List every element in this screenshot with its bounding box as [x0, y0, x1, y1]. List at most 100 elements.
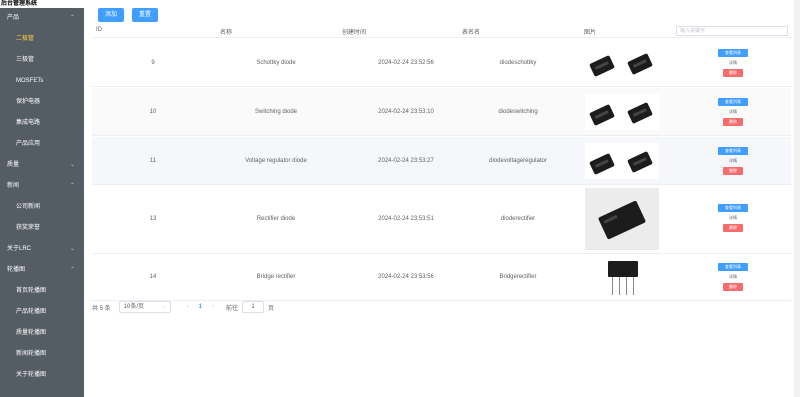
col-header-image: 图片	[584, 30, 597, 36]
table-row: 10 Switching diode 2024-02-24 23:53:10 d…	[92, 88, 791, 136]
delete-button[interactable]: 删除	[723, 118, 743, 126]
view-list-button[interactable]: 查看列表	[718, 263, 748, 271]
sidebar-item-news-carousel[interactable]: 新闻轮播图	[0, 344, 84, 365]
col-header-alias: 表名名	[462, 30, 481, 36]
sidebar-group-news[interactable]: 新闻 ⌃	[0, 176, 84, 197]
sidebar-group-products[interactable]: 产品 ⌃	[0, 8, 84, 29]
next-page-icon[interactable]: ›	[212, 304, 214, 310]
page-size-value: 10条/页	[123, 304, 145, 310]
delete-button[interactable]: 删除	[723, 69, 743, 77]
chevron-down-icon: ⌄	[161, 304, 166, 310]
sidebar: 产品 ⌃ 二极管 三极管 MOSFETs 保护电器 集成电路 产品应用 质量 ⌄ 新…	[0, 8, 84, 397]
table-row: 9 Schottky diode 2024-02-24 23:52:56 dio…	[92, 39, 791, 87]
product-image	[585, 188, 659, 250]
row-name: Schottky diode	[256, 60, 296, 66]
row-created: 2024-02-24 23:53:27	[378, 158, 434, 164]
row-alias: diodeswitching	[498, 109, 538, 115]
col-header-id: ID	[96, 27, 102, 33]
row-actions: 查看列表 详情 删除	[718, 98, 748, 128]
sidebar-item-label: 公司新闻	[16, 204, 41, 210]
detail-button[interactable]: 详情	[718, 273, 748, 281]
sidebar-item-label: 质量轮播图	[16, 330, 47, 336]
table-row: 13 Rectifier diode 2024-02-24 23:53:51 d…	[92, 186, 791, 254]
sidebar-item-transistors[interactable]: 三极管	[0, 50, 84, 71]
sidebar-group-about[interactable]: 关于LRC ⌄	[0, 239, 84, 260]
delete-button[interactable]: 删除	[723, 167, 743, 175]
sidebar-item-company-news[interactable]: 公司新闻	[0, 197, 84, 218]
main-content: 添加 重置 ID 名称 创建时间 表名名 图片 输入关键字 9 Schottky…	[84, 0, 800, 397]
sidebar-item-diodes[interactable]: 二极管	[0, 29, 84, 50]
sidebar-item-label: 轮播图	[7, 267, 26, 273]
sidebar-group-quality[interactable]: 质量 ⌄	[0, 155, 84, 176]
row-name: Rectifier diode	[256, 216, 296, 222]
sidebar-item-label: 关于轮播图	[16, 372, 47, 378]
sidebar-item-label: 首页轮播图	[16, 288, 47, 294]
page-suffix: 页	[268, 305, 275, 312]
sidebar-item-mosfets[interactable]: MOSFETs	[0, 71, 84, 92]
chevron-down-icon: ⌄	[69, 246, 75, 252]
add-button[interactable]: 添加	[98, 8, 124, 22]
scrollbar[interactable]	[794, 0, 800, 397]
view-list-button[interactable]: 查看列表	[718, 98, 748, 106]
row-created: 2024-02-24 23:53:56	[378, 274, 434, 280]
goto-page-input[interactable]: 1	[242, 301, 265, 313]
row-alias: diodevoltageregulator	[489, 158, 547, 164]
sidebar-group-carousel[interactable]: 轮播图 ⌃	[0, 260, 84, 281]
sidebar-item-label: MOSFETs	[16, 78, 44, 84]
prev-page-icon[interactable]: ‹	[187, 304, 189, 310]
sidebar-item-about-carousel[interactable]: 关于轮播图	[0, 365, 84, 386]
detail-button[interactable]: 详情	[718, 108, 748, 116]
search-input[interactable]: 输入关键字	[676, 26, 788, 36]
row-alias: dioderectifier	[500, 216, 536, 222]
delete-button[interactable]: 删除	[723, 283, 743, 291]
chevron-up-icon: ⌃	[69, 15, 75, 21]
sidebar-item-label: 三极管	[16, 57, 35, 63]
row-created: 2024-02-24 23:52:56	[378, 60, 434, 66]
sidebar-item-home-carousel[interactable]: 首页轮播图	[0, 281, 84, 302]
toolbar: 添加 重置	[98, 8, 158, 22]
table-row: 14 Bridge rectifier 2024-02-24 23:53:56 …	[92, 255, 791, 301]
chevron-up-icon: ⌃	[69, 183, 75, 189]
col-header-name: 名称	[220, 30, 233, 36]
row-name: Bridge rectifier	[256, 274, 296, 280]
reset-button[interactable]: 重置	[132, 8, 158, 22]
sidebar-item-label: 新闻轮播图	[16, 351, 47, 357]
row-alias: diodeschottky	[499, 60, 537, 66]
sidebar-item-label: 产品轮播图	[16, 309, 47, 315]
row-created: 2024-02-24 23:53:10	[378, 109, 434, 115]
detail-button[interactable]: 详情	[718, 59, 748, 67]
current-page[interactable]: 1	[199, 304, 202, 310]
pagination: 共 5 条 10条/页 ⌄ ‹ 1 › 前往 1 页	[92, 300, 274, 314]
page-size-select[interactable]: 10条/页 ⌄	[118, 301, 171, 313]
pagination-total: 共 5 条	[92, 305, 111, 312]
row-id: 10	[149, 109, 157, 115]
sidebar-item-quality-carousel[interactable]: 质量轮播图	[0, 323, 84, 344]
sidebar-item-label: 新闻	[7, 183, 20, 189]
sidebar-item-awards[interactable]: 获奖荣誉	[0, 218, 84, 239]
row-created: 2024-02-24 23:53:51	[378, 216, 434, 222]
sidebar-item-protection[interactable]: 保护电器	[0, 92, 84, 113]
product-image	[585, 143, 659, 179]
col-header-created: 创建时间	[342, 30, 367, 36]
goto-label: 前往	[226, 305, 239, 312]
detail-button[interactable]: 详情	[718, 214, 748, 222]
product-image	[585, 257, 659, 299]
sidebar-item-label: 产品应用	[16, 141, 41, 147]
row-alias: Bridgerectifier	[499, 274, 537, 280]
app-title: 后台管理系统	[0, 0, 84, 8]
row-actions: 查看列表 详情 删除	[718, 204, 748, 234]
view-list-button[interactable]: 查看列表	[718, 49, 748, 57]
sidebar-item-applications[interactable]: 产品应用	[0, 134, 84, 155]
view-list-button[interactable]: 查看列表	[718, 204, 748, 212]
product-image	[585, 94, 659, 130]
sidebar-item-label: 获奖荣誉	[16, 225, 41, 231]
delete-button[interactable]: 删除	[723, 224, 743, 232]
detail-button[interactable]: 详情	[718, 157, 748, 165]
row-actions: 查看列表 详情 删除	[718, 263, 748, 293]
view-list-button[interactable]: 查看列表	[718, 147, 748, 155]
sidebar-item-ic[interactable]: 集成电路	[0, 113, 84, 134]
row-id: 11	[149, 158, 157, 164]
sidebar-item-product-carousel[interactable]: 产品轮播图	[0, 302, 84, 323]
row-id: 9	[151, 60, 155, 66]
row-name: Voltage regulator diode	[245, 158, 307, 164]
